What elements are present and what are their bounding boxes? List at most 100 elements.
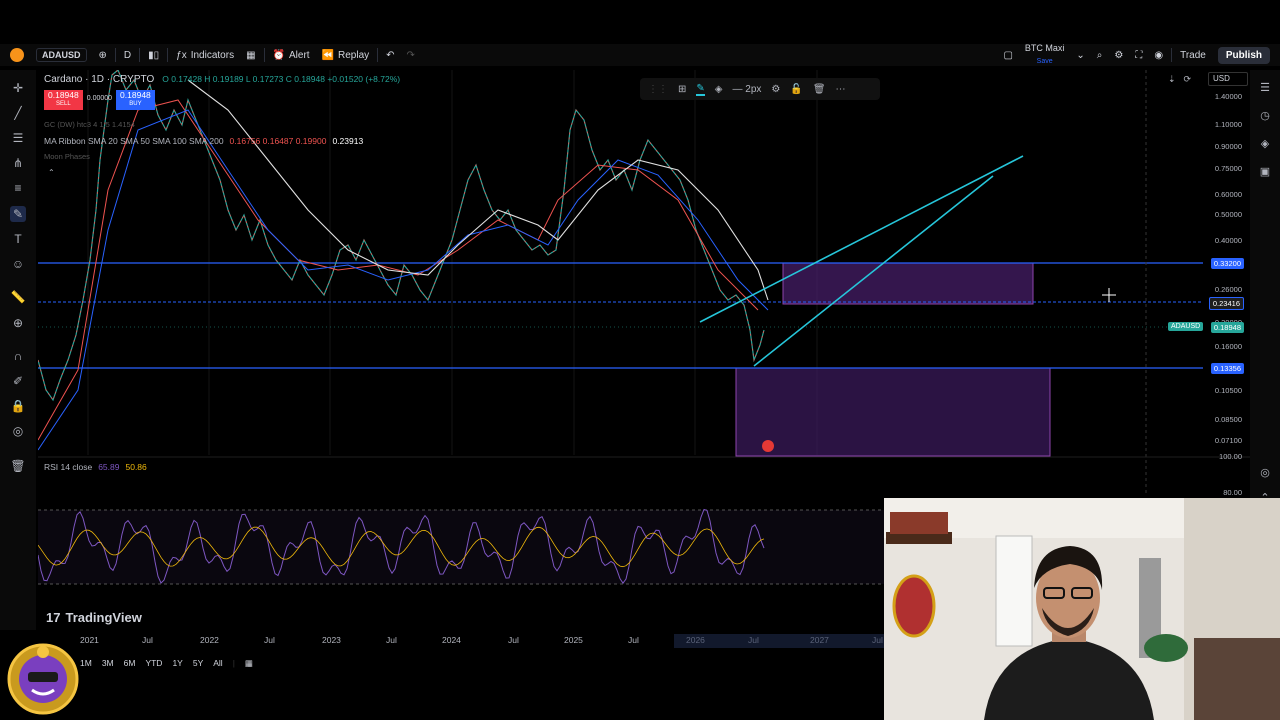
- buy-button[interactable]: 0.18948 BUY: [116, 90, 155, 110]
- pencil-color-icon[interactable]: ✎: [696, 83, 705, 96]
- fib-icon[interactable]: ≡: [10, 180, 26, 196]
- zoom-icon[interactable]: ⊕: [10, 315, 26, 331]
- gc-indicator-legend[interactable]: GC (DW) htc3 4 1.5 1.4154: [44, 120, 135, 129]
- undo-icon[interactable]: ↶: [380, 44, 400, 66]
- range-ytd[interactable]: YTD: [145, 658, 162, 668]
- layers-icon[interactable]: ◈: [1258, 136, 1272, 150]
- settings-icon[interactable]: ⚙: [771, 84, 780, 95]
- emoji-icon[interactable]: ☺: [10, 256, 26, 272]
- alarm-icon: ⏰: [272, 49, 285, 61]
- drag-handle-icon[interactable]: ⋮⋮: [648, 84, 668, 95]
- price-tick: 0.26000: [1214, 285, 1242, 294]
- upper-level-tag: 0.33200: [1210, 258, 1244, 269]
- chat-icon[interactable]: ▣: [1258, 164, 1272, 178]
- ohlc-values: O 0.17428 H 0.19189 L 0.17273 C 0.18948 …: [162, 74, 401, 84]
- alert-button[interactable]: ⏰ Alert: [267, 44, 316, 66]
- rsi-legend[interactable]: RSI 14 close 65.89 50.86: [44, 462, 147, 472]
- lock-icon[interactable]: 🔒: [10, 398, 26, 414]
- time-tick: 2022: [200, 635, 219, 645]
- templates-icon[interactable]: ▦: [240, 44, 261, 66]
- webcam-overlay: [884, 498, 1280, 720]
- price-tick: 0.10500: [1214, 386, 1242, 395]
- trendline-icon[interactable]: ╱: [10, 105, 26, 121]
- rewind-icon: ⏪: [321, 49, 334, 61]
- interval-button[interactable]: D: [118, 44, 137, 66]
- price-tick: 0.90000: [1214, 142, 1242, 151]
- fullscreen-icon[interactable]: ⛶: [1129, 44, 1148, 66]
- publish-button[interactable]: Publish: [1217, 46, 1270, 64]
- lock-icon[interactable]: 🔓: [790, 84, 802, 95]
- trade-button[interactable]: Trade: [1174, 44, 1212, 66]
- collapse-legend-icon[interactable]: ⌃: [48, 168, 55, 177]
- eye-icon[interactable]: ◎: [10, 423, 26, 439]
- price-axis[interactable]: USD 1.40000 1.10000 0.90000 0.75000 0.60000 0…: [1200, 70, 1250, 497]
- time-axis[interactable]: 2021Jul2022Jul2023Jul2024Jul2025Jul2026J…: [38, 634, 884, 648]
- lock-drawing-icon[interactable]: ✐: [10, 373, 26, 389]
- candle-type-icon[interactable]: ▮▯: [142, 44, 165, 66]
- ma-mid: [37, 109, 769, 451]
- current-price-tag: 0.18948: [1210, 322, 1244, 333]
- arrow-down-icon[interactable]: ⇣: [1168, 74, 1176, 85]
- fill-color-icon[interactable]: ◈: [715, 84, 723, 95]
- text-icon[interactable]: T: [10, 231, 26, 247]
- settings-icon[interactable]: ⚙: [1108, 44, 1129, 66]
- hline-tools-icon[interactable]: ☰: [10, 130, 26, 146]
- sell-button[interactable]: 0.18948 SELL: [44, 90, 83, 110]
- moon-phases-legend[interactable]: Moon Phases: [44, 152, 90, 161]
- resistance-zone[interactable]: [782, 262, 1034, 305]
- symbol-legend: Cardano · 1D · CRYPTO O 0.17428 H 0.1918…: [44, 74, 400, 85]
- price-tick: 0.50000: [1214, 210, 1242, 219]
- camera-icon[interactable]: ◉: [1148, 44, 1169, 66]
- crosshair-icon[interactable]: ✛: [10, 80, 26, 96]
- range-3m[interactable]: 3M: [102, 658, 114, 668]
- avatar[interactable]: [0, 44, 30, 66]
- layout-name-button[interactable]: BTC Maxi Save: [1019, 44, 1071, 66]
- rsi-axis-top: 100.00: [1219, 452, 1242, 461]
- price-series: [37, 69, 765, 402]
- channel-mascot-logo: [7, 643, 79, 715]
- drawing-toolbar: ✛ ╱ ☰ ⋔ ≡ ✎ T ☺ 📏 ⊕ ∩ ✐ 🔒 ◎ 🗑: [0, 70, 36, 630]
- symbol-search[interactable]: ADAUSD: [30, 44, 93, 66]
- time-tick: Jul: [264, 635, 275, 645]
- layout-checkbox[interactable]: ▢: [997, 44, 1018, 66]
- range-1y[interactable]: 1Y: [172, 658, 182, 668]
- price-series-red: [37, 69, 765, 401]
- more-icon[interactable]: ⋯: [836, 84, 846, 95]
- price-tick: 0.60000: [1214, 190, 1242, 199]
- refresh-icon[interactable]: ⟳: [1184, 74, 1192, 85]
- magnet-icon[interactable]: ∩: [10, 348, 26, 364]
- pitchfork-icon[interactable]: ⋔: [10, 155, 26, 171]
- event-marker-icon[interactable]: [762, 440, 774, 452]
- add-compare-icon[interactable]: ⊕: [93, 44, 113, 66]
- tradingview-logo: 17 TradingView: [46, 610, 142, 625]
- search-icon[interactable]: ⌕: [1091, 44, 1109, 66]
- webcam-scene: [884, 498, 1280, 720]
- ruler-icon[interactable]: 📏: [10, 289, 26, 305]
- clock-icon[interactable]: ◷: [1258, 108, 1272, 122]
- top-toolbar: ADAUSD ⊕ D ▮▯ ƒx Indicators ▦ ⏰ Alert ⏪ …: [0, 44, 1280, 66]
- price-tick: 0.08500: [1214, 415, 1242, 424]
- brush-icon[interactable]: ✎: [10, 206, 26, 222]
- indicators-button[interactable]: ƒx Indicators: [170, 44, 240, 66]
- range-all[interactable]: All: [213, 658, 222, 668]
- symbol-name: ADAUSD: [36, 48, 87, 62]
- redo-icon[interactable]: ↷: [401, 44, 421, 66]
- currency-selector[interactable]: USD: [1208, 72, 1248, 86]
- trash-icon[interactable]: 🗑: [813, 84, 826, 95]
- date-range-icon[interactable]: ▦: [245, 658, 253, 669]
- price-tick: 0.40000: [1214, 236, 1242, 245]
- line-width-button[interactable]: — 2px: [732, 84, 761, 95]
- chevron-down-icon[interactable]: ⌄: [1070, 44, 1090, 66]
- mid-level-tag: 0.23416: [1208, 297, 1244, 310]
- trash-icon[interactable]: 🗑: [10, 458, 26, 474]
- watchlist-icon[interactable]: ☰: [1258, 80, 1272, 94]
- support-zone[interactable]: [735, 367, 1051, 457]
- target-icon[interactable]: ◎: [1258, 465, 1272, 479]
- range-5y[interactable]: 5Y: [193, 658, 203, 668]
- price-tick: 1.10000: [1214, 120, 1242, 129]
- template-icon[interactable]: ⊞: [678, 84, 686, 95]
- ma-ribbon-legend[interactable]: MA Ribbon SMA 20 SMA 50 SMA 100 SMA 200 …: [44, 136, 363, 146]
- time-tick: 2025: [564, 635, 583, 645]
- replay-button[interactable]: ⏪ Replay: [316, 44, 376, 66]
- range-6m[interactable]: 6M: [124, 658, 136, 668]
